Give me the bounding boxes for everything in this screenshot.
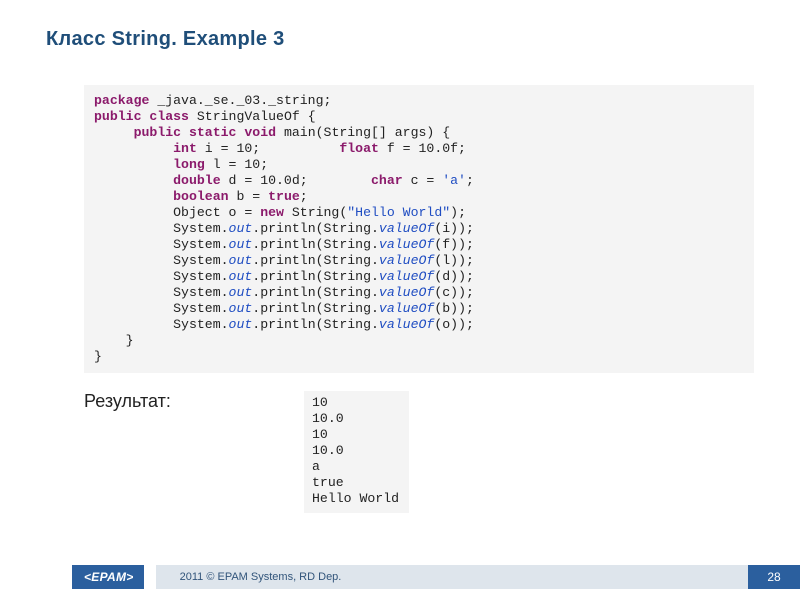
- output-line: 10.0: [312, 411, 344, 426]
- code-text: ;: [466, 173, 474, 188]
- code-text: System.: [173, 317, 228, 332]
- code-text: ;: [300, 189, 308, 204]
- logo-badge: <EPAM>: [72, 565, 144, 589]
- output-block: 10 10.0 10 10.0 a true Hello World: [304, 391, 409, 513]
- code-text: System.: [173, 253, 228, 268]
- field-ref: out: [229, 317, 253, 332]
- method-ref: valueOf: [379, 221, 434, 236]
- output-line: true: [312, 475, 344, 490]
- method-ref: valueOf: [379, 253, 434, 268]
- keyword: double: [173, 173, 220, 188]
- code-text: String(: [284, 205, 347, 220]
- code-text: .println(String.: [252, 269, 379, 284]
- code-text: Object o =: [173, 205, 260, 220]
- code-text: (o));: [434, 317, 474, 332]
- output-line: 10.0: [312, 443, 344, 458]
- code-text: .println(String.: [252, 253, 379, 268]
- slide: Класс String. Example 3 package _java._s…: [0, 0, 800, 600]
- code-text: (b));: [434, 301, 474, 316]
- footer-bar: <EPAM> 2011 © EPAM Systems, RD Dep. 28: [0, 565, 800, 589]
- method-ref: valueOf: [379, 301, 434, 316]
- keyword: package: [94, 93, 149, 108]
- code-text: .println(String.: [252, 285, 379, 300]
- code-text: (i));: [434, 221, 474, 236]
- code-text: _java._se._03._string;: [149, 93, 331, 108]
- keyword: class: [149, 109, 189, 124]
- field-ref: out: [229, 269, 253, 284]
- code-text: f = 10.0f;: [379, 141, 466, 156]
- code-text: System.: [173, 221, 228, 236]
- keyword: boolean: [173, 189, 228, 204]
- result-row: Результат: 10 10.0 10 10.0 a true Hello …: [0, 391, 800, 513]
- method-ref: valueOf: [379, 285, 434, 300]
- code-text: (f));: [434, 237, 474, 252]
- code-text: .println(String.: [252, 221, 379, 236]
- code-text: System.: [173, 301, 228, 316]
- code-text: System.: [173, 237, 228, 252]
- keyword: public: [134, 125, 181, 140]
- code-text: StringValueOf {: [189, 109, 316, 124]
- field-ref: out: [229, 237, 253, 252]
- output-line: Hello World: [312, 491, 399, 506]
- keyword: long: [173, 157, 205, 172]
- keyword: public: [94, 109, 141, 124]
- keyword: void: [244, 125, 276, 140]
- code-text: (l));: [434, 253, 474, 268]
- keyword: static: [189, 125, 236, 140]
- code-text: c =: [403, 173, 443, 188]
- keyword: true: [268, 189, 300, 204]
- field-ref: out: [229, 285, 253, 300]
- code-text: .println(String.: [252, 317, 379, 332]
- footer-gap: [144, 565, 156, 589]
- code-text: }: [94, 333, 134, 348]
- output-line: 10: [312, 427, 328, 442]
- code-text: }: [94, 349, 102, 364]
- method-ref: valueOf: [379, 237, 434, 252]
- code-text: System.: [173, 285, 228, 300]
- keyword: float: [339, 141, 379, 156]
- code-text: i = 10;: [197, 141, 339, 156]
- page-number: 28: [748, 565, 800, 589]
- code-block: package _java._se._03._string; public cl…: [84, 85, 754, 373]
- code-text: b =: [229, 189, 269, 204]
- code-text: l = 10;: [205, 157, 268, 172]
- keyword: int: [173, 141, 197, 156]
- output-line: 10: [312, 395, 328, 410]
- result-label: Результат:: [84, 391, 274, 513]
- field-ref: out: [229, 253, 253, 268]
- field-ref: out: [229, 301, 253, 316]
- slide-title: Класс String. Example 3: [0, 0, 800, 51]
- method-ref: valueOf: [379, 317, 434, 332]
- string-literal: "Hello World": [347, 205, 450, 220]
- code-text: main(String[] args) {: [276, 125, 450, 140]
- code-text: );: [450, 205, 466, 220]
- code-text: d = 10.0d;: [221, 173, 371, 188]
- char-literal: 'a': [442, 173, 466, 188]
- code-text: (c));: [434, 285, 474, 300]
- code-text: (d));: [434, 269, 474, 284]
- code-text: .println(String.: [252, 237, 379, 252]
- code-text: System.: [173, 269, 228, 284]
- footer-copyright: 2011 © EPAM Systems, RD Dep.: [156, 565, 748, 589]
- field-ref: out: [229, 221, 253, 236]
- code-text: .println(String.: [252, 301, 379, 316]
- keyword: char: [371, 173, 403, 188]
- method-ref: valueOf: [379, 269, 434, 284]
- output-line: a: [312, 459, 320, 474]
- keyword: new: [260, 205, 284, 220]
